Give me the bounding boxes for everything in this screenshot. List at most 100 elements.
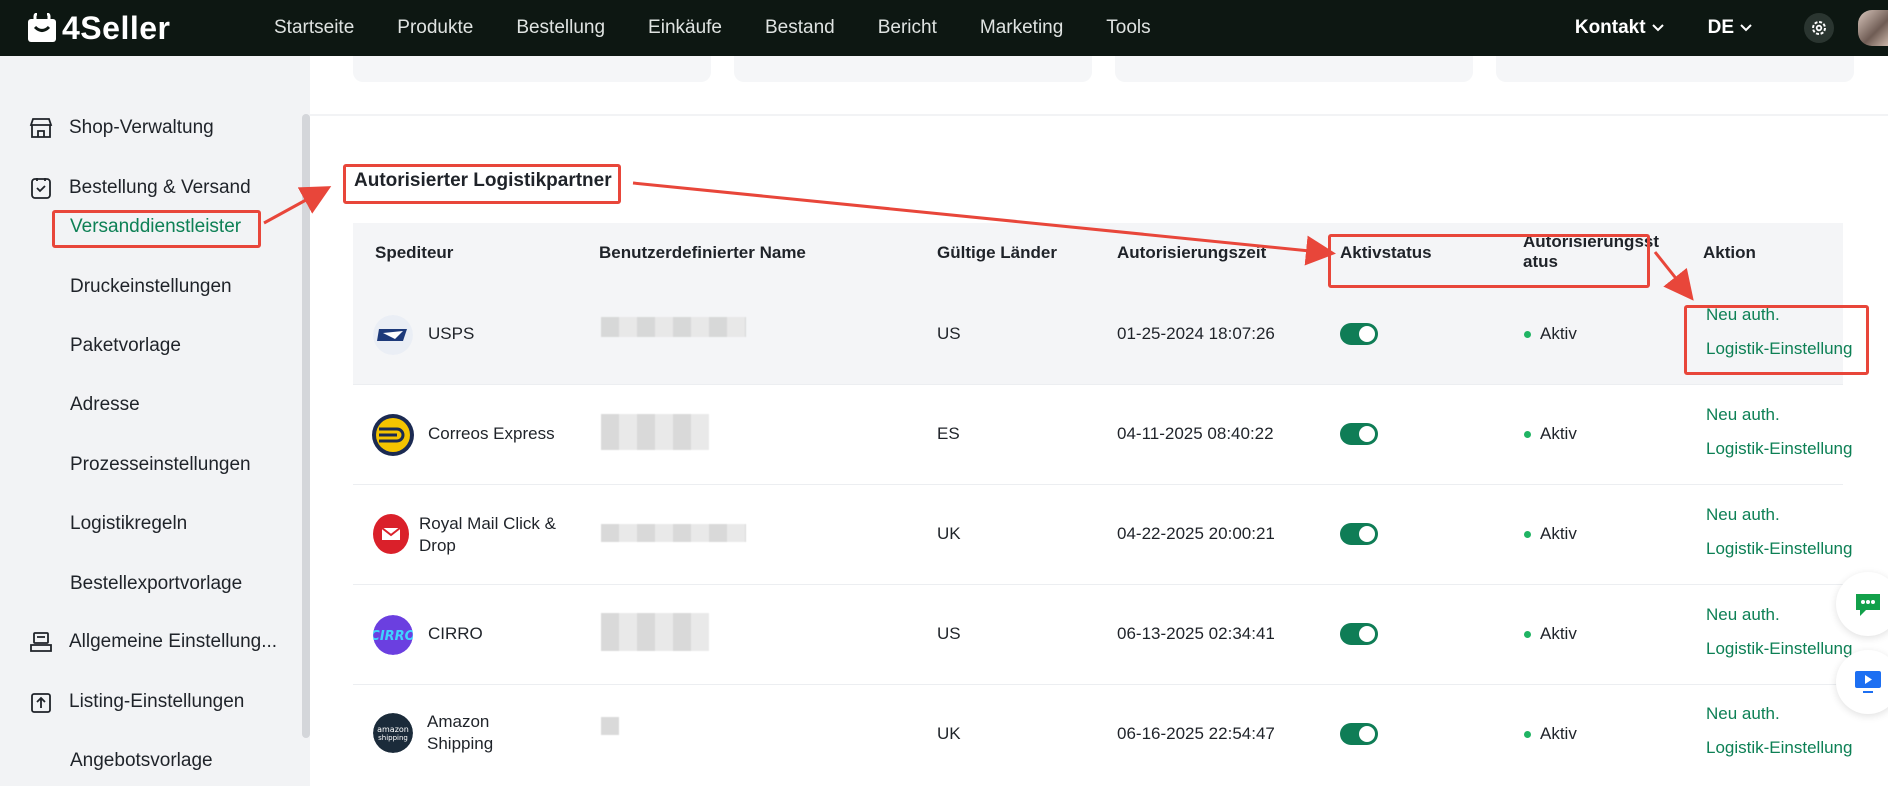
settings-button[interactable]	[1804, 13, 1834, 43]
country: US	[937, 324, 961, 343]
language-label: DE	[1707, 17, 1734, 38]
redacted-custom-name	[601, 414, 709, 450]
column-header-auth-time: Autorisierungszeit	[1117, 243, 1267, 262]
nav-bestand[interactable]: Bestand	[765, 17, 835, 39]
summary-card	[1496, 56, 1854, 82]
status-dot	[1524, 531, 1531, 538]
auth-status: Aktiv	[1540, 524, 1577, 543]
status-dot	[1524, 631, 1531, 638]
chat-icon	[1856, 594, 1880, 616]
country: ES	[937, 424, 960, 443]
contact-label: Kontakt	[1574, 17, 1646, 38]
sidebar-sub-logistikregeln[interactable]: Logistikregeln	[70, 513, 187, 535]
chevron-down-icon	[1651, 24, 1664, 32]
table-row: Royal Mail Click & Drop UK 04-22-2025 20…	[353, 485, 1852, 585]
contact-dropdown[interactable]: Kontakt	[1575, 17, 1664, 39]
annotation-box	[1684, 305, 1869, 375]
nav-produkte[interactable]: Produkte	[397, 17, 473, 39]
sidebar-sub-druckeinstellungen[interactable]: Druckeinstellungen	[70, 276, 232, 298]
sidebar-item-label: Bestellung & Versand	[69, 177, 251, 198]
country: US	[937, 624, 961, 643]
top-right-controls: Kontakt DE	[1575, 0, 1888, 56]
sidebar: Shop-Verwaltung Bestellung & Versand Ver…	[0, 56, 310, 786]
reauth-link[interactable]: Neu auth.	[1706, 605, 1780, 625]
play-screen-icon	[1855, 671, 1881, 693]
carrier-name: USPS	[428, 324, 475, 343]
carrier-name: CIRRO	[428, 624, 483, 643]
column-header-custom-name: Benutzerdefinierter Name	[599, 243, 806, 262]
column-header-countries: Gültige Länder	[937, 243, 1057, 262]
active-toggle[interactable]	[1340, 723, 1378, 745]
sidebar-item-shop-verwaltung[interactable]: Shop-Verwaltung	[0, 108, 214, 148]
svg-text:CIRRO: CIRRO	[373, 629, 413, 644]
user-avatar[interactable]	[1858, 10, 1888, 46]
logistics-settings-link[interactable]: Logistik-Einstellung	[1706, 439, 1852, 459]
active-toggle[interactable]	[1340, 623, 1378, 645]
sidebar-sub-adresse[interactable]: Adresse	[70, 394, 140, 416]
sidebar-item-bestellung-versand[interactable]: Bestellung & Versand	[0, 168, 251, 208]
country: UK	[937, 524, 961, 543]
carrier-name: Royal Mail Click & Drop	[419, 514, 556, 555]
nav-marketing[interactable]: Marketing	[980, 17, 1063, 39]
logistics-settings-link[interactable]: Logistik-Einstellung	[1706, 539, 1852, 559]
sidebar-item-label: Allgemeine Einstellung...	[69, 631, 278, 652]
auth-status: Aktiv	[1540, 724, 1577, 743]
reauth-link[interactable]: Neu auth.	[1706, 505, 1780, 525]
nav-startseite[interactable]: Startseite	[274, 17, 354, 39]
auth-status: Aktiv	[1540, 624, 1577, 643]
table-row: CIRRO CIRRO US 06-13-2025 02:34:41 Aktiv…	[353, 585, 1852, 685]
sidebar-sub-angebotsvorlage[interactable]: Angebotsvorlage	[70, 750, 213, 772]
annotation-box	[52, 210, 261, 248]
nav-einkaeufe[interactable]: Einkäufe	[648, 17, 722, 39]
logistics-settings-link[interactable]: Logistik-Einstellung	[1706, 639, 1852, 659]
active-toggle[interactable]	[1340, 423, 1378, 445]
sidebar-item-label: Listing-Einstellungen	[69, 691, 245, 712]
main-nav: Startseite Produkte Bestellung Einkäufe …	[274, 17, 1194, 39]
nav-tools[interactable]: Tools	[1106, 17, 1150, 39]
table-row: USPS US 01-25-2024 18:07:26 Aktiv Neu au…	[353, 285, 1852, 385]
sidebar-sub-paketvorlage[interactable]: Paketvorlage	[70, 335, 181, 357]
upload-box-icon	[27, 688, 55, 716]
reauth-link[interactable]: Neu auth.	[1706, 405, 1780, 425]
auth-time: 06-13-2025 02:34:41	[1117, 624, 1275, 643]
language-dropdown[interactable]: DE	[1708, 17, 1752, 39]
clipboard-check-icon	[27, 174, 55, 202]
status-dot	[1524, 331, 1531, 338]
country: UK	[937, 724, 961, 743]
nav-bestellung[interactable]: Bestellung	[516, 17, 605, 39]
store-icon	[27, 114, 55, 142]
redacted-custom-name	[601, 524, 746, 542]
sidebar-scrollbar[interactable]	[302, 114, 310, 738]
carrier-name: Correos Express	[428, 424, 555, 443]
auth-time: 04-22-2025 20:00:21	[1117, 524, 1275, 543]
annotation-box	[343, 164, 621, 204]
sidebar-sub-bestellexportvorlage[interactable]: Bestellexportvorlage	[70, 573, 242, 595]
sidebar-sub-prozesseinstellungen[interactable]: Prozesseinstellungen	[70, 454, 251, 476]
table-row: amazon shipping Amazon Shipping UK 06-16…	[353, 685, 1852, 784]
redacted-custom-name	[601, 317, 746, 337]
chevron-down-icon	[1740, 24, 1752, 32]
nav-bericht[interactable]: Bericht	[878, 17, 937, 39]
logistics-settings-link[interactable]: Logistik-Einstellung	[1706, 738, 1852, 758]
printer-icon	[27, 628, 55, 656]
sidebar-item-listing-einstellungen[interactable]: Listing-Einstellungen	[0, 682, 244, 722]
active-toggle[interactable]	[1340, 523, 1378, 545]
active-toggle[interactable]	[1340, 323, 1378, 345]
usps-logo-icon	[373, 315, 413, 355]
reauth-link[interactable]: Neu auth.	[1706, 704, 1780, 724]
summary-card	[1115, 56, 1473, 82]
carrier-name: Amazon Shipping	[427, 712, 494, 753]
status-dot	[1524, 431, 1531, 438]
auth-time: 06-16-2025 22:54:47	[1117, 724, 1275, 743]
summary-card	[353, 56, 711, 82]
royal-mail-logo-icon	[373, 514, 409, 554]
summary-strip	[310, 56, 1888, 114]
svg-text:amazon: amazon	[377, 725, 409, 734]
brand-logo[interactable]: 4Seller	[26, 10, 240, 47]
amazon-shipping-logo-icon: amazon shipping	[373, 713, 413, 753]
sidebar-item-allgemeine-einstellungen[interactable]: Allgemeine Einstellung...	[0, 622, 277, 662]
redacted-custom-name	[601, 717, 619, 735]
brand-name: 4Seller	[62, 9, 171, 46]
cirro-logo-icon: CIRRO	[373, 615, 413, 655]
correos-express-logo-icon	[372, 414, 414, 456]
